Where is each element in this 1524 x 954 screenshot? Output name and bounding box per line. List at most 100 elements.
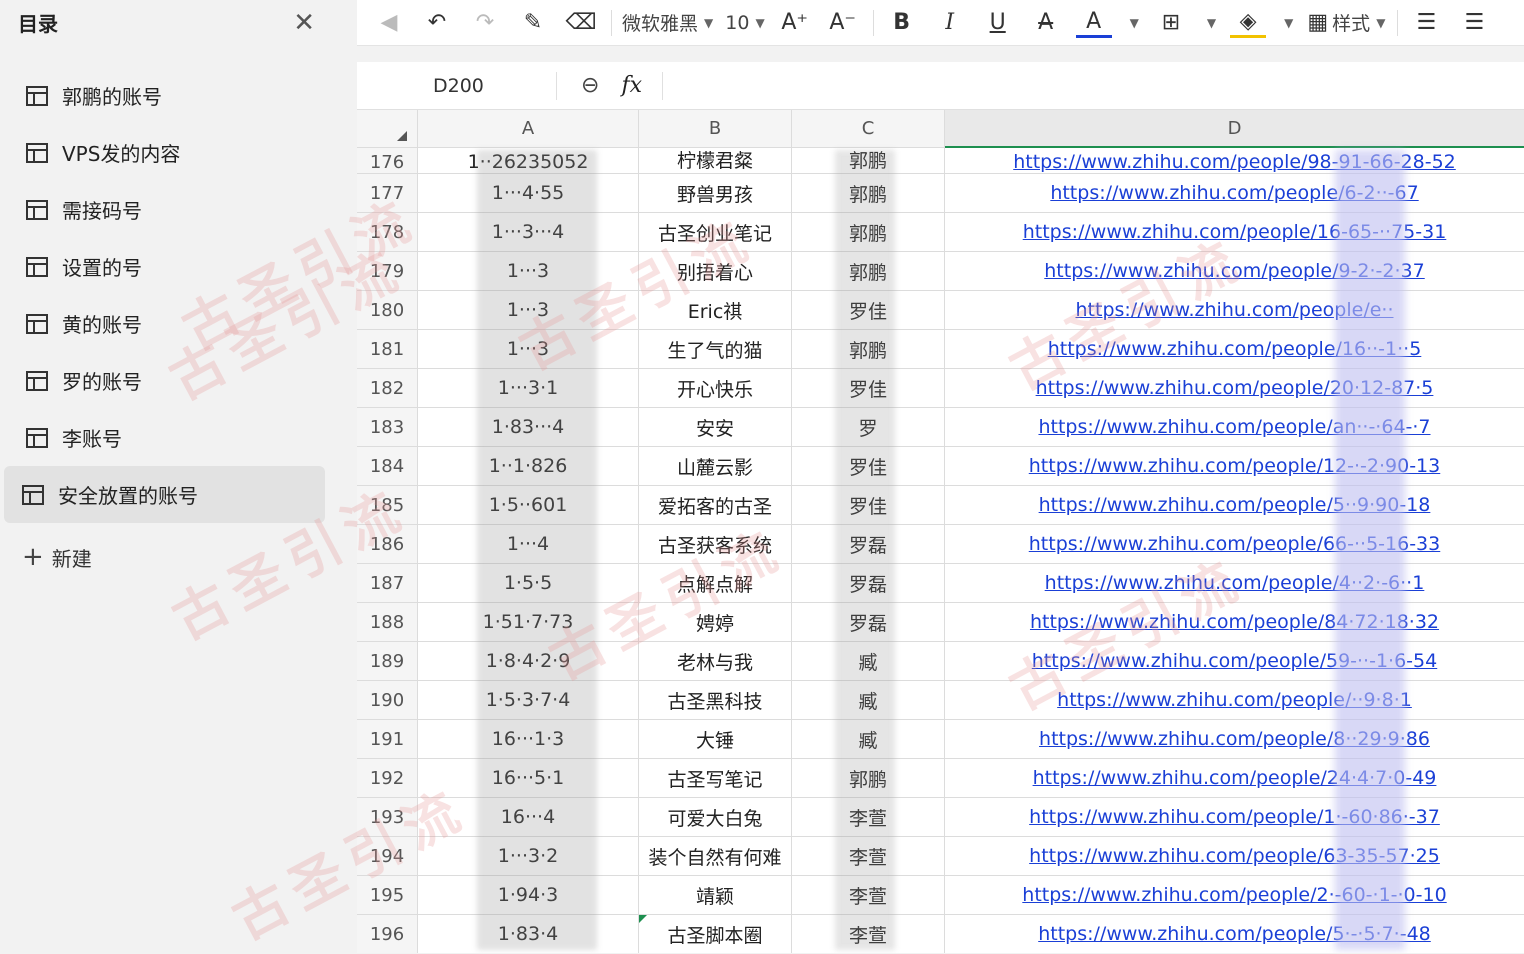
sidebar-item[interactable]: 黄的账号 (4, 295, 325, 352)
cell-d[interactable]: https://www.zhihu.com/people/2·-60-·1-·0… (945, 876, 1524, 914)
row-number[interactable]: 181 (357, 330, 418, 368)
cell-b[interactable]: 大锤 (639, 720, 792, 758)
row-number[interactable]: 187 (357, 564, 418, 602)
row-number[interactable]: 193 (357, 798, 418, 836)
format-painter-icon[interactable]: ✎ (515, 5, 551, 41)
cell-b[interactable]: 古圣脚本圈 (639, 915, 792, 953)
close-icon[interactable]: ✕ (293, 10, 315, 36)
cell-b[interactable]: 爱拓客的古圣 (639, 486, 792, 524)
sidebar-item[interactable]: 郭鹏的账号 (4, 67, 325, 124)
row-number[interactable]: 180 (357, 291, 418, 329)
sidebar-item[interactable]: 设置的号 (4, 238, 325, 295)
sidebar-item[interactable]: VPS发的内容 (4, 124, 325, 181)
chevron-down-icon[interactable]: ▼ (1130, 16, 1139, 30)
column-header-b[interactable]: B (639, 110, 792, 148)
cell-d[interactable]: https://www.zhihu.com/people/an··-·64-·7 (945, 408, 1524, 446)
row-number[interactable]: 189 (357, 642, 418, 680)
redo-icon[interactable]: ↷ (467, 5, 503, 41)
row-number[interactable]: 186 (357, 525, 418, 563)
bold-icon[interactable]: B (884, 5, 920, 41)
cell-b[interactable]: 古圣写笔记 (639, 759, 792, 797)
border-icon[interactable]: ⊞ (1153, 5, 1189, 41)
fill-color-icon[interactable]: ◈ (1230, 8, 1267, 38)
cell-d[interactable]: https://www.zhihu.com/people/··9·8·1 (945, 681, 1524, 719)
row-number[interactable]: 183 (357, 408, 418, 446)
row-number[interactable]: 185 (357, 486, 418, 524)
cell-b[interactable]: 别捂着心 (639, 252, 792, 290)
cell-d[interactable]: https://www.zhihu.com/people/98-91-66-28… (945, 148, 1524, 173)
cell-d[interactable]: https://www.zhihu.com/people/4··2·-6··1 (945, 564, 1524, 602)
cell-b[interactable]: 柠檬君粲 (639, 148, 792, 173)
sidebar-item[interactable]: 安全放置的账号 (4, 466, 325, 523)
italic-icon[interactable]: I (932, 5, 968, 41)
cell-b[interactable]: 装个自然有何难 (639, 837, 792, 875)
cell-b[interactable]: 野兽男孩 (639, 174, 792, 212)
cell-d[interactable]: https://www.zhihu.com/people/20·12-87·5 (945, 369, 1524, 407)
cell-d[interactable]: https://www.zhihu.com/people/9-2·-2·37 (945, 252, 1524, 290)
decrease-font-icon[interactable]: A⁻ (825, 5, 861, 41)
cell-b[interactable]: 古圣黑科技 (639, 681, 792, 719)
align-left-icon[interactable]: ☰ (1408, 5, 1444, 41)
new-sheet-button[interactable]: + 新建 (0, 527, 345, 587)
column-header-d[interactable]: D (945, 110, 1524, 148)
cell-b[interactable]: Eric祺 (639, 291, 792, 329)
cell-b[interactable]: 安安 (639, 408, 792, 446)
row-number[interactable]: 184 (357, 447, 418, 485)
row-number[interactable]: 192 (357, 759, 418, 797)
style-button[interactable]: ▦ 样式 ▼ (1307, 5, 1385, 41)
underline-icon[interactable]: U (980, 5, 1016, 41)
cell-d[interactable]: https://www.zhihu.com/people/12-·-2·90-1… (945, 447, 1524, 485)
cell-d[interactable]: https://www.zhihu.com/people/16··-1··5 (945, 330, 1524, 368)
row-number[interactable]: 182 (357, 369, 418, 407)
cell-d[interactable]: https://www.zhihu.com/people/e·· (945, 291, 1524, 329)
spreadsheet-grid[interactable]: A B C D 1761··26235052柠檬君粲郭鹏https://www.… (357, 110, 1524, 953)
cell-reference[interactable]: D200 (357, 71, 557, 100)
cell-d[interactable]: https://www.zhihu.com/people/5··9·90-18 (945, 486, 1524, 524)
eraser-icon[interactable]: ⌫ (563, 5, 599, 41)
row-number[interactable]: 190 (357, 681, 418, 719)
undo-icon[interactable]: ↶ (419, 5, 455, 41)
cell-b[interactable]: 古圣获客系统 (639, 525, 792, 563)
row-number[interactable]: 188 (357, 603, 418, 641)
align-more-icon[interactable]: ☰ (1456, 5, 1492, 41)
chevron-down-icon[interactable]: ▼ (1284, 16, 1293, 30)
select-all-corner[interactable] (357, 110, 418, 148)
cell-b[interactable]: 靖颖 (639, 876, 792, 914)
sidebar-item[interactable]: 需接码号 (4, 181, 325, 238)
cell-d[interactable]: https://www.zhihu.com/people/16-65-··75-… (945, 213, 1524, 251)
cell-b[interactable]: 娉婷 (639, 603, 792, 641)
cell-d[interactable]: https://www.zhihu.com/people/5·-·5·7·-48 (945, 915, 1524, 953)
column-header-a[interactable]: A (418, 110, 639, 148)
cell-b[interactable]: 生了气的猫 (639, 330, 792, 368)
sidebar-item[interactable]: 罗的账号 (4, 352, 325, 409)
row-number[interactable]: 195 (357, 876, 418, 914)
font-color-icon[interactable]: A (1075, 8, 1112, 38)
row-number[interactable]: 194 (357, 837, 418, 875)
font-size-select[interactable]: 10 ▼ (725, 5, 764, 41)
cell-b[interactable]: 古圣创业笔记 (639, 213, 792, 251)
row-number[interactable]: 196 (357, 915, 418, 953)
zoom-out-icon[interactable]: ⊖ (581, 73, 599, 98)
cell-d[interactable]: https://www.zhihu.com/people/6-2··-67 (945, 174, 1524, 212)
cell-d[interactable]: https://www.zhihu.com/people/84·72·18·32 (945, 603, 1524, 641)
cell-b[interactable]: 山麓云影 (639, 447, 792, 485)
strikethrough-icon[interactable]: A (1028, 5, 1064, 41)
row-number[interactable]: 191 (357, 720, 418, 758)
increase-font-icon[interactable]: A⁺ (777, 5, 813, 41)
cell-d[interactable]: https://www.zhihu.com/people/8··29·9·86 (945, 720, 1524, 758)
column-header-c[interactable]: C (792, 110, 945, 148)
cell-b[interactable]: 点解点解 (639, 564, 792, 602)
back-icon[interactable]: ◀ (371, 5, 407, 41)
font-name-select[interactable]: 微软雅黑 ▼ (622, 5, 713, 41)
cell-b[interactable]: 老林与我 (639, 642, 792, 680)
row-number[interactable]: 178 (357, 213, 418, 251)
cell-d[interactable]: https://www.zhihu.com/people/1·-60·86·-3… (945, 798, 1524, 836)
sidebar-item[interactable]: 李账号 (4, 409, 325, 466)
cell-d[interactable]: https://www.zhihu.com/people/24·4·7·0-49 (945, 759, 1524, 797)
cell-b[interactable]: 开心快乐 (639, 369, 792, 407)
cell-d[interactable]: https://www.zhihu.com/people/59-··-1·6-5… (945, 642, 1524, 680)
chevron-down-icon[interactable]: ▼ (1207, 16, 1216, 30)
cell-d[interactable]: https://www.zhihu.com/people/66-··5-16-3… (945, 525, 1524, 563)
cell-b[interactable]: 可爱大白兔 (639, 798, 792, 836)
fx-icon[interactable]: fx (621, 71, 663, 100)
